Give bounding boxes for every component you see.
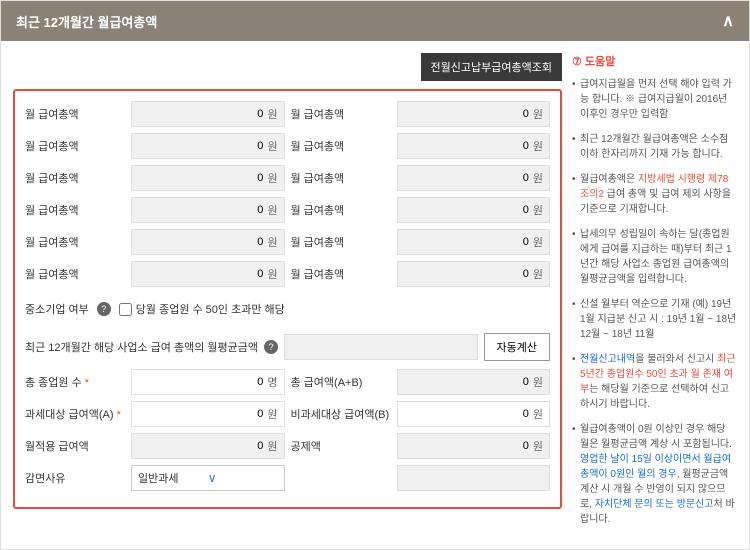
help-title: ⑦ 도움말 [572, 53, 737, 69]
salary-input-11[interactable]: 원 [131, 261, 285, 287]
monthly-pay-label: 월적용 급여액 [25, 438, 125, 454]
help-icon[interactable]: ? [264, 340, 278, 354]
salary-input-4[interactable]: 원 [397, 133, 551, 159]
deduction-label: 공제액 [291, 438, 391, 454]
nontaxable-pay-label: 비과세대상 급여액(B) [291, 406, 391, 422]
avg-label: 최근 12개월간 해당 사업소 급여 총액의 월평균금액 [25, 339, 258, 355]
help-item: 급여지급월을 먼저 선택 해야 입력 가능 합니다. ※ 급여지급월이 2016… [572, 77, 737, 122]
nontaxable-pay-input[interactable]: 원 [397, 401, 551, 427]
monthly-pay-input[interactable]: 원 [131, 433, 285, 459]
extra-input[interactable] [397, 465, 551, 491]
total-pay-input[interactable]: 원 [397, 369, 551, 395]
salary-input-12[interactable]: 원 [397, 261, 551, 287]
main-form-panel: 월 급여총액 원 월 급여총액 원 월 급여총액 원 월 급여총액 [13, 89, 562, 509]
salary-input-2[interactable]: 원 [397, 101, 551, 127]
panel-header: 최근 12개월간 월급여총액 ∧ [1, 1, 749, 41]
salary-input-8[interactable]: 원 [397, 197, 551, 223]
total-employees-label: 총 종업원 수 * [25, 374, 125, 390]
prev-report-lookup-button[interactable]: 전월신고납부급여총액조회 [421, 53, 562, 81]
chevron-up-icon[interactable]: ∧ [722, 11, 734, 31]
salary-input-3[interactable]: 원 [131, 133, 285, 159]
salary-input-1[interactable]: 원 [131, 101, 285, 127]
chevron-down-icon: ∨ [208, 471, 278, 485]
deduction-input[interactable]: 원 [397, 433, 551, 459]
salary-input-6[interactable]: 원 [397, 165, 551, 191]
panel-title: 최근 12개월간 월급여총액 [16, 12, 157, 31]
sme-checkbox-label: 당월 종업원 수 50인 초과만 해당 [136, 301, 285, 317]
help-item: 신설 월부터 역순으로 기재 (예) 19년 1월 지급분 신고 시 : 19년… [572, 297, 737, 342]
salary-label: 월 급여총액 [25, 106, 125, 122]
help-icon[interactable]: ? [97, 302, 111, 316]
help-panel: ⑦ 도움말 급여지급월을 먼저 선택 해야 입력 가능 합니다. ※ 급여지급월… [572, 53, 737, 537]
salary-input-7[interactable]: 원 [131, 197, 285, 223]
reduction-reason-select[interactable]: 일반과세 ∨ [131, 465, 285, 491]
total-employees-input[interactable]: 명 [131, 369, 285, 395]
salary-input-10[interactable]: 원 [397, 229, 551, 255]
auto-calc-button[interactable]: 자동계산 [484, 333, 550, 361]
sme-checkbox[interactable] [119, 303, 132, 316]
salary-input-9[interactable]: 원 [131, 229, 285, 255]
taxable-pay-label: 과세대상 급여액(A) * [25, 406, 125, 422]
taxable-pay-input[interactable]: 원 [131, 401, 285, 427]
help-item: 월급여총액은 지방세법 시행령 제78조의2 급여 총액 및 급여 제외 사항을… [572, 172, 737, 217]
sme-label: 중소기업 여부 [25, 301, 89, 317]
total-pay-label: 총 급여액(A+B) [291, 374, 391, 390]
help-item: 월급여총액이 0원 이상인 경우 해당 월은 월평균금액 계상 시 포함됩니다.… [572, 422, 737, 527]
help-item: 납세의무 성립일이 속하는 달(종업원에게 급여를 지급하는 때)부터 최근 1… [572, 227, 737, 287]
help-item: 최근 12개월간 월급여총액은 소수점 이하 한자리까지 기재 가능 합니다. [572, 132, 737, 162]
reduction-reason-label: 감면사유 [25, 470, 125, 486]
help-item: 전월신고내역을 불러와서 신고시 최근 5년간 종업원수 50인 초과 월 존재… [572, 352, 737, 412]
salary-label: 월 급여총액 [291, 106, 391, 122]
avg-input[interactable] [284, 334, 478, 360]
salary-input-5[interactable]: 원 [131, 165, 285, 191]
